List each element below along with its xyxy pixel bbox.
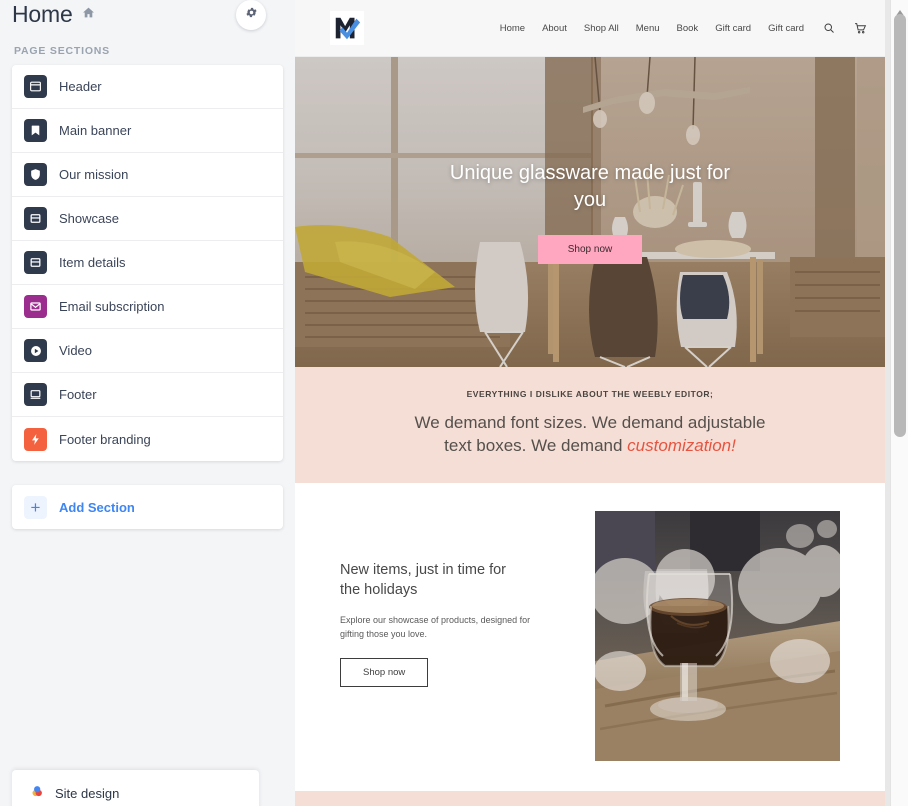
shopping-cart-icon[interactable] (854, 22, 867, 35)
showcase-title: New items, just in time for the holidays (340, 562, 506, 598)
add-section-button[interactable]: + Add Section (12, 485, 283, 529)
home-icon (82, 0, 95, 19)
sidebar-item-label: Item details (59, 255, 126, 270)
footer-icon (24, 383, 47, 406)
website-header: Home About Shop All Menu Book Gift card … (295, 0, 885, 57)
item-details-band (295, 791, 885, 806)
showcase-text-column: New items, just in time for the holidays… (340, 511, 579, 688)
page-sections-list: Header Main banner Our mission Showcase … (12, 65, 283, 461)
shield-icon (24, 163, 47, 186)
sidebar-item-showcase[interactable]: Showcase (12, 197, 283, 241)
our-mission-band: EVERYTHING I DISLIKE ABOUT THE WEEBLY ED… (295, 367, 885, 484)
page-sections-sidebar: Home PAGE SECTIONS Header Main banner Ou… (0, 0, 295, 806)
add-section-label: Add Section (59, 499, 135, 515)
nav-link-gift-card-2[interactable]: Gift card (768, 23, 804, 34)
envelope-icon (24, 295, 47, 318)
gear-icon (245, 6, 258, 24)
plus-icon: + (24, 495, 47, 519)
sidebar-item-email-subscription[interactable]: Email subscription (12, 285, 283, 329)
showcase-description: Explore our showcase of products, design… (340, 615, 531, 639)
sidebar-item-header[interactable]: Header (12, 65, 283, 109)
sidebar-item-our-mission[interactable]: Our mission (12, 153, 283, 197)
mission-line-1: We demand font sizes. We demand adjustab… (414, 413, 766, 432)
hero-content: Unique glassware made just for you Shop … (295, 57, 885, 367)
sidebar-item-label: Showcase (59, 211, 119, 226)
rendered-website: Home About Shop All Menu Book Gift card … (295, 0, 885, 806)
showcase-icon (24, 207, 47, 230)
sidebar-topbar: Home (0, 0, 295, 34)
showcase-section: New items, just in time for the holidays… (295, 483, 885, 792)
sidebar-item-label: Main banner (59, 123, 132, 138)
sidebar-item-label: Footer (59, 387, 97, 402)
nav-link-home[interactable]: Home (500, 23, 525, 34)
settings-gear-button[interactable] (236, 0, 266, 30)
m-check-logo-icon[interactable] (330, 11, 364, 45)
sidebar-item-item-details[interactable]: Item details (12, 241, 283, 285)
hero-banner: Unique glassware made just for you Shop … (295, 57, 885, 367)
banner-icon (24, 119, 47, 142)
palette-icon (30, 783, 45, 803)
page-sections-label: PAGE SECTIONS (14, 45, 110, 57)
sidebar-item-main-banner[interactable]: Main banner (12, 109, 283, 153)
nav-link-book[interactable]: Book (677, 23, 699, 34)
site-design-label: Site design (55, 785, 120, 801)
mission-emphasis: customization! (627, 435, 736, 455)
scroll-up-arrow-icon[interactable] (896, 2, 903, 15)
sidebar-item-label: Our mission (59, 167, 129, 182)
nav-link-menu[interactable]: Menu (636, 23, 660, 34)
sidebar-item-label: Video (59, 343, 93, 358)
weebly-editor-window: Home PAGE SECTIONS Header Main banner Ou… (0, 0, 908, 806)
item-details-icon (24, 251, 47, 274)
sidebar-item-label: Header (59, 79, 102, 94)
nav-link-gift-card-1[interactable]: Gift card (715, 23, 751, 34)
sidebar-item-video[interactable]: Video (12, 329, 283, 373)
sidebar-item-label: Footer branding (59, 431, 151, 447)
play-icon (24, 339, 47, 362)
page-title: Home (12, 1, 73, 27)
mission-headline: We demand font sizes. We demand adjustab… (315, 412, 865, 457)
mission-line-2-prefix: text boxes. We demand (444, 435, 628, 455)
nav-link-about[interactable]: About (542, 23, 567, 34)
nav-link-shop-all[interactable]: Shop All (584, 23, 619, 34)
lightning-bolt-icon (24, 427, 47, 451)
preview-scrollbar[interactable] (890, 0, 908, 806)
scrollbar-thumb[interactable] (894, 14, 906, 437)
hero-shop-now-button[interactable]: Shop now (537, 234, 643, 264)
beer-glass-photo (595, 511, 840, 762)
search-icon[interactable] (823, 22, 835, 34)
mission-kicker: EVERYTHING I DISLIKE ABOUT THE WEEBLY ED… (466, 389, 714, 399)
sidebar-item-footer-branding[interactable]: Footer branding (12, 417, 283, 461)
site-preview-pane: Home About Shop All Menu Book Gift card … (295, 0, 908, 806)
header-icon (24, 75, 47, 98)
site-design-button[interactable]: Site design (12, 770, 259, 806)
sidebar-item-label: Email subscription (59, 299, 165, 314)
hero-title: Unique glassware made just for you (449, 162, 731, 211)
showcase-shop-now-button[interactable]: Shop now (340, 658, 429, 688)
website-nav: Home About Shop All Menu Book Gift card … (500, 22, 867, 35)
sidebar-item-footer[interactable]: Footer (12, 373, 283, 417)
showcase-image (595, 511, 840, 762)
